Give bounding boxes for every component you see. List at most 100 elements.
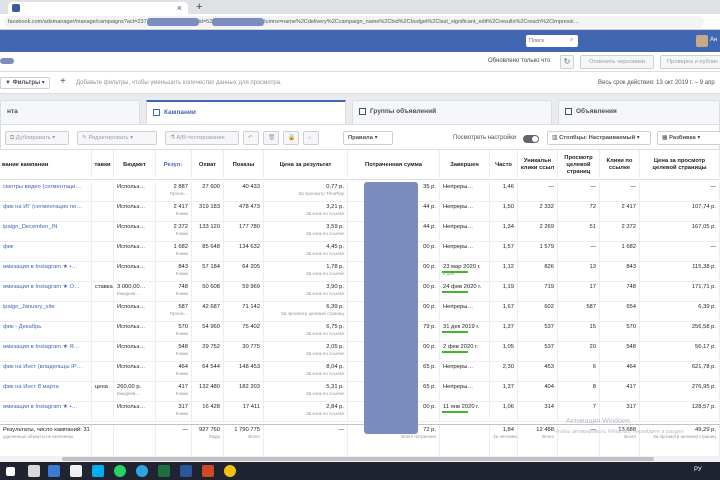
cell-lpv-value: 20: [589, 344, 596, 350]
col-bid[interactable]: тавки: [92, 150, 114, 180]
col-unique-link-clicks[interactable]: Уникальн клики ссыл: [518, 150, 558, 180]
cell-results-value: 570: [178, 324, 188, 330]
cell-budget-value: Использ…: [117, 204, 146, 210]
cell-reach: 64 544: [192, 362, 224, 382]
search-icon[interactable]: ⌕: [570, 37, 578, 45]
powerpoint-icon[interactable]: [202, 465, 214, 477]
cell-ends: Непреры…: [440, 182, 490, 202]
col-frequency[interactable]: Часто: [490, 150, 518, 180]
cell-campaign-name[interactable]: ipaign_January_site: [0, 302, 92, 322]
language-indicator[interactable]: РУ: [694, 467, 702, 473]
col-impressions[interactable]: Показы: [224, 150, 264, 180]
cell-campaign-name[interactable]: имизация в Instagram ★ •…: [0, 402, 92, 422]
telegram-icon[interactable]: [136, 465, 148, 477]
review-publish-button[interactable]: Проверка и публик: [660, 55, 720, 69]
tab-campaigns[interactable]: Кампании: [146, 100, 346, 124]
chrome-icon[interactable]: [224, 465, 236, 477]
col-link-clicks[interactable]: Клики по ссылке: [600, 150, 640, 180]
col-budget[interactable]: Бюджет: [114, 150, 156, 180]
table-row[interactable]: имизация в Instagram ★ Я… Использ… 548 Клик…: [0, 342, 720, 362]
word-icon[interactable]: [180, 465, 192, 477]
ad-icon: [565, 107, 572, 115]
cell-bid: [92, 362, 114, 382]
col-cost-per-result[interactable]: Цена за результат: [264, 150, 348, 180]
filters-dropdown[interactable]: ▼ Фильтры ▾: [0, 77, 50, 89]
table-row[interactable]: имизация в Instagram ★ •… Использ… 843 Клик…: [0, 262, 720, 282]
col-landing-page-views[interactable]: Просмотр целевой страниц: [558, 150, 600, 180]
show-settings-toggle[interactable]: [523, 135, 539, 143]
notes-icon[interactable]: [70, 465, 82, 477]
cell-cost-per-result-value: 3,90 р.: [326, 284, 344, 290]
skype-icon[interactable]: [92, 465, 104, 477]
cell-cost-per-lpv: 56,17 р.: [640, 342, 720, 362]
table-row[interactable]: фик на ИГ (сегментацио по… Использ… 2 417 К…: [0, 202, 720, 222]
col-results[interactable]: Резул ↓: [156, 150, 192, 180]
new-tab-button[interactable]: +: [196, 0, 202, 14]
cell-budget: Использ…: [114, 322, 156, 342]
table-header: вание кампании тавки Бюджет Резул ↓ Охва…: [0, 150, 720, 180]
duplicate-button[interactable]: ⧉ Дублировать ▾: [5, 131, 69, 145]
ab-test-button[interactable]: ⚗ A/B-тестирование: [165, 131, 239, 145]
table-row[interactable]: фик на Инст 8 марта цена 260,00 р. Ежеднев……: [0, 382, 720, 402]
cell-campaign-name[interactable]: ipaign_December_IN: [0, 222, 92, 242]
table-row[interactable]: имизация в Instagram ★ О… ставка 3 000,00……: [0, 282, 720, 302]
cell-frequency: 1,37: [490, 382, 518, 402]
cell-impressions: 30 775: [224, 342, 264, 362]
cell-campaign-name[interactable]: фик - Декабрь: [0, 322, 92, 342]
table-row[interactable]: фик на Инст (владельцы IP… Использ… 464 Кли…: [0, 362, 720, 382]
excel-icon[interactable]: [158, 465, 170, 477]
tab-ad-sets[interactable]: Группы объявлений: [352, 100, 552, 124]
cell-campaign-name[interactable]: имизация в Instagram ★ О…: [0, 282, 92, 302]
cell-link-clicks-value: 748: [626, 284, 636, 290]
cell-campaign-name[interactable]: фик на Инст (владельцы IP…: [0, 362, 92, 382]
cell-cost-per-result-value: 0,77 р.: [326, 184, 344, 190]
cell-spent-value: 00 р.: [423, 404, 436, 410]
avatar[interactable]: [696, 35, 708, 47]
col-amount-spent[interactable]: Потраченная сумма: [348, 150, 440, 180]
table-row[interactable]: ipaign_January_site Использ… 587 Просм… 42 6…: [0, 302, 720, 322]
tab-account[interactable]: нта: [0, 100, 140, 124]
cell-impressions: 64 205: [224, 262, 264, 282]
cell-results-value: 1 682: [173, 244, 188, 250]
cell-campaign-name[interactable]: смотры видео (сегментаци…: [0, 182, 92, 202]
cell-campaign-name[interactable]: фик на ИГ (сегментацио по…: [0, 202, 92, 222]
user-name[interactable]: Ан: [710, 37, 717, 43]
col-campaign-name[interactable]: вание кампании: [0, 150, 92, 180]
whatsapp-icon[interactable]: [114, 465, 126, 477]
cell-link-clicks-value: 548: [626, 344, 636, 350]
cell-campaign-name[interactable]: имизация в Instagram ★ •…: [0, 262, 92, 282]
cell-unique-clicks-value: 453: [544, 364, 554, 370]
table-row[interactable]: ipaign_December_IN Использ… 2 372 Клики 133 …: [0, 222, 720, 242]
add-filter-button[interactable]: +: [60, 76, 66, 88]
table-row[interactable]: смотры видео (сегментаци… Использ… 2 887 Пр…: [0, 182, 720, 202]
close-tab-icon[interactable]: ×: [177, 2, 182, 14]
cell-campaign-name[interactable]: фик на Инст 8 марта: [0, 382, 92, 402]
tag-icon[interactable]: ⌂: [303, 131, 319, 145]
cell-campaign-name[interactable]: имизация в Instagram ★ Я…: [0, 342, 92, 362]
col-reach[interactable]: Охват: [192, 150, 224, 180]
delete-icon[interactable]: 🗑: [263, 131, 279, 145]
cell-campaign-name[interactable]: фик: [0, 242, 92, 262]
table-row[interactable]: фик Использ… 1 682 Клики 85 648 134 632 4,45 р…: [0, 242, 720, 262]
lock-icon[interactable]: 🔒: [283, 131, 299, 145]
cell-cost-per-lpv: 128,57 р.: [640, 402, 720, 422]
windows-start-icon[interactable]: [6, 467, 15, 476]
scrollbar-thumb[interactable]: [62, 457, 654, 461]
rules-dropdown[interactable]: Правила ▾: [343, 131, 393, 145]
edit-button[interactable]: ✎ Редактировать ▾: [77, 131, 157, 145]
discard-drafts-button[interactable]: Отменить черновики: [580, 55, 654, 69]
account-selector[interactable]: [0, 58, 14, 64]
breakdown-dropdown[interactable]: ▦ Разбивка ▾: [657, 131, 720, 145]
file-explorer-icon[interactable]: [48, 465, 60, 477]
tab-ads[interactable]: Объявления: [558, 100, 720, 124]
columns-dropdown[interactable]: ▥ Столбцы: Настраиваемый ▾: [547, 131, 651, 145]
url-field[interactable]: facebook.com/adsmanager/manage/campaigns…: [4, 16, 704, 28]
undo-icon[interactable]: ↶: [243, 131, 259, 145]
browser-tab[interactable]: ×: [8, 2, 188, 14]
table-row[interactable]: фик - Декабрь Использ… 570 Клики 54 960 75 40…: [0, 322, 720, 342]
refresh-button[interactable]: ↻: [560, 55, 574, 69]
col-cost-per-lpv[interactable]: Цена за просмотр целевой страницы: [640, 150, 720, 180]
col-ends[interactable]: Завершен: [440, 150, 490, 180]
calculator-icon[interactable]: [28, 465, 40, 477]
date-range-picker[interactable]: Весь срок действия: 13 окт 2019 г. – 9 а…: [598, 80, 715, 86]
